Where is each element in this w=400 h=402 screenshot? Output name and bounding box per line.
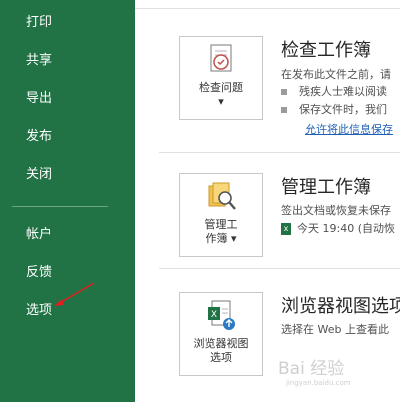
browser-view-title: 浏览器视图选项 bbox=[281, 296, 400, 317]
section-divider-2 bbox=[159, 268, 400, 269]
browser-view-icon: X bbox=[206, 299, 238, 333]
bullet-marker-icon bbox=[281, 107, 287, 113]
backstage-main: 检查问题 ▾ 检查工作簿 在发布此文件之前，请 残疾人士难以阅读 保存文件时，我… bbox=[135, 0, 400, 402]
manage-workbook-icon bbox=[206, 180, 238, 214]
inspect-bullet-2: 保存文件时，我们 bbox=[281, 101, 387, 117]
nav-item-print[interactable]: 打印 bbox=[26, 15, 52, 31]
inspect-document-icon bbox=[206, 43, 238, 77]
nav-item-close[interactable]: 关闭 bbox=[26, 167, 52, 183]
baidu-jingyan-watermark: Bai 经验 jingyan.baidu.com bbox=[278, 359, 351, 387]
svg-text:X: X bbox=[211, 310, 217, 320]
bullet-marker-icon bbox=[281, 89, 287, 95]
section-divider-1 bbox=[159, 152, 400, 153]
nav-item-account[interactable]: 帐户 bbox=[26, 227, 52, 243]
sidebar-divider bbox=[12, 206, 108, 207]
browser-view-description: 选择在 Web 上查看此 bbox=[281, 323, 389, 336]
browser-view-label-line1: 浏览器视图 bbox=[193, 337, 249, 350]
browser-view-label-line2: 选项 bbox=[210, 351, 232, 364]
inspect-bullet-1: 残疾人士难以阅读 bbox=[281, 83, 387, 99]
check-issues-button[interactable]: 检查问题 ▾ bbox=[179, 36, 263, 120]
allow-save-info-link[interactable]: 允许将此信息保存 bbox=[305, 121, 393, 137]
manage-workbook-label-line2: 作簿 ▾ bbox=[205, 232, 237, 245]
nav-item-export[interactable]: 导出 bbox=[26, 91, 52, 107]
nav-item-share[interactable]: 共享 bbox=[26, 53, 52, 69]
manage-workbook-label-line1: 管理工 bbox=[204, 218, 238, 231]
red-arrow-annotation bbox=[54, 282, 95, 306]
excel-file-icon: x bbox=[281, 223, 291, 235]
check-issues-dropdown-icon: ▾ bbox=[218, 95, 224, 108]
manage-workbook-button[interactable]: 管理工 作簿 ▾ bbox=[179, 173, 263, 257]
manage-workbook-description: 签出文档或恢复未保存 bbox=[281, 204, 391, 217]
svg-text:Bai 经验: Bai 经验 bbox=[278, 359, 344, 379]
browser-view-options-button[interactable]: X 浏览器视图 选项 bbox=[179, 292, 263, 376]
manage-workbook-title: 管理工作簿 bbox=[281, 177, 371, 198]
check-issues-label: 检查问题 bbox=[199, 81, 243, 94]
backstage-sidebar: 打印 共享 导出 发布 关闭 帐户 反馈 选项 bbox=[0, 0, 135, 402]
inspect-workbook-title: 检查工作簿 bbox=[281, 40, 371, 61]
top-divider bbox=[135, 8, 400, 9]
nav-item-options[interactable]: 选项 bbox=[26, 303, 52, 319]
autosave-version-item[interactable]: x 今天 19:40 (自动恢 bbox=[281, 220, 395, 236]
chevron-down-icon: ▾ bbox=[230, 232, 237, 245]
svg-text:jingyan.baidu.com: jingyan.baidu.com bbox=[285, 379, 351, 387]
nav-item-feedback[interactable]: 反馈 bbox=[26, 265, 52, 281]
nav-item-publish[interactable]: 发布 bbox=[26, 129, 52, 145]
inspect-workbook-description: 在发布此文件之前，请 bbox=[281, 68, 391, 81]
